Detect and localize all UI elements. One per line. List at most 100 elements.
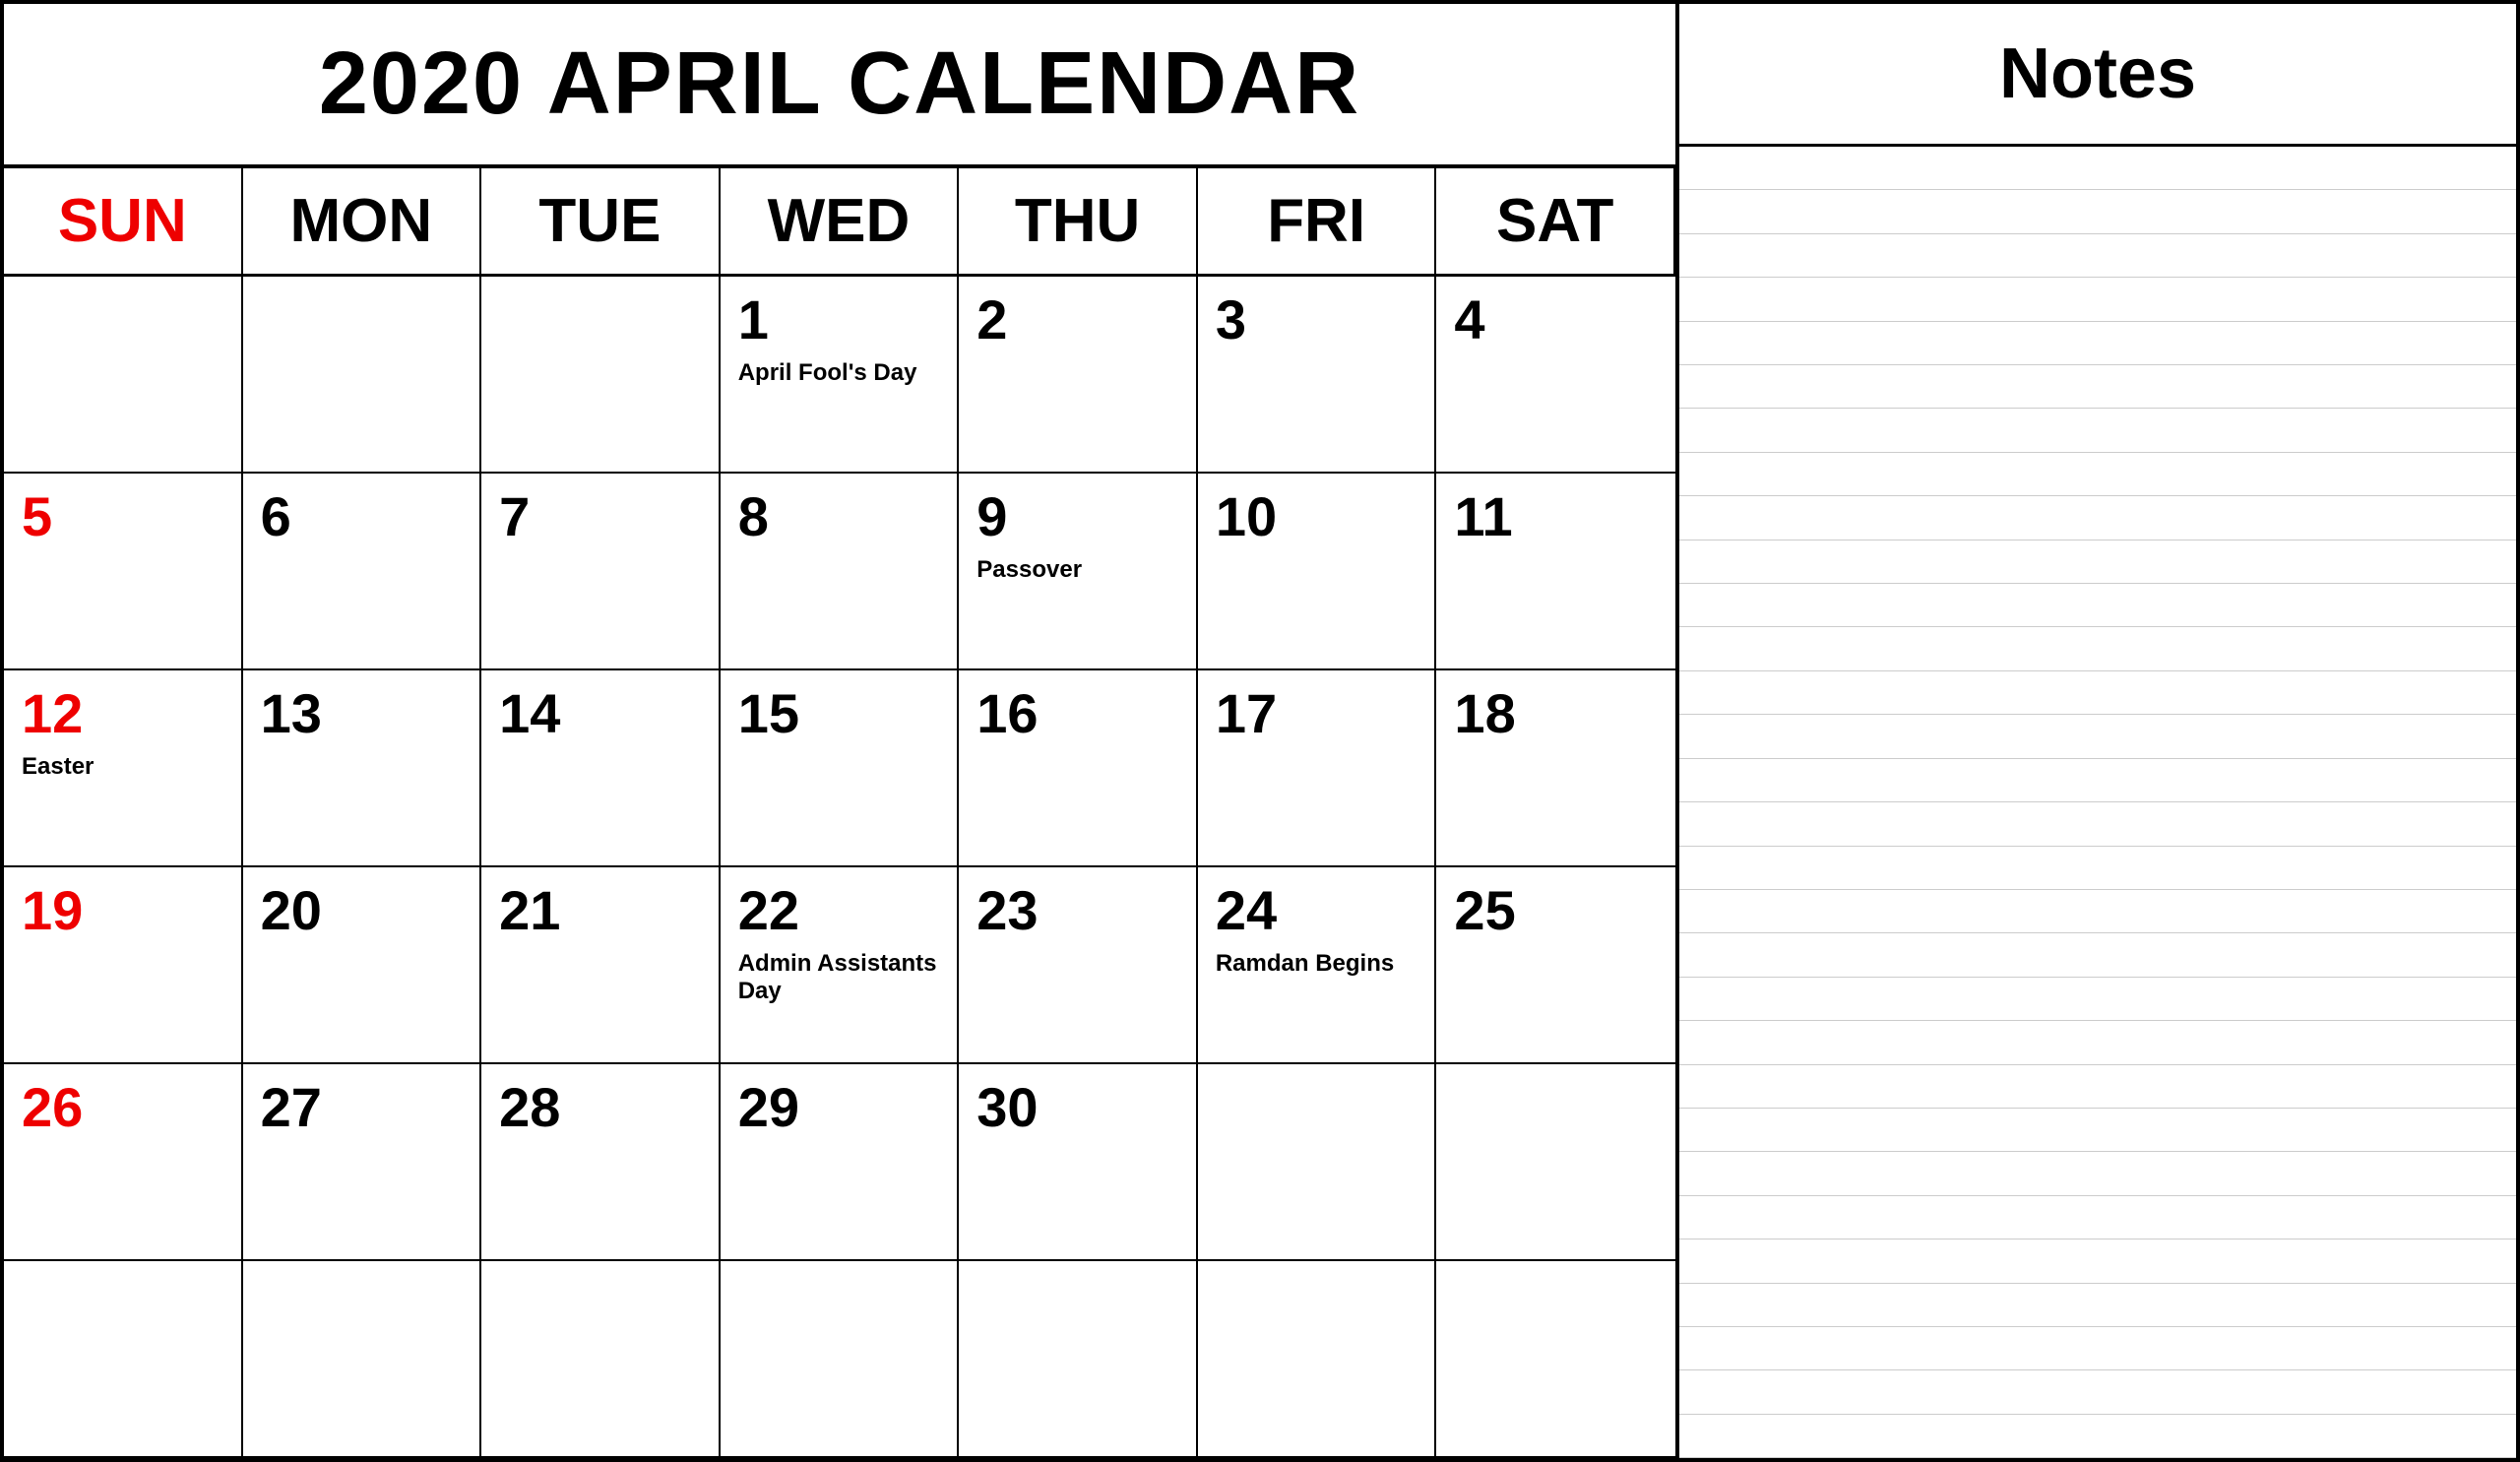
notes-line — [1679, 933, 2516, 977]
day-cell: 16 — [959, 670, 1198, 867]
day-number: 20 — [261, 883, 463, 938]
day-cell — [721, 1261, 960, 1458]
notes-line — [1679, 409, 2516, 452]
day-cell — [959, 1261, 1198, 1458]
notes-line — [1679, 1415, 2516, 1458]
notes-line — [1679, 190, 2516, 233]
day-cell — [1436, 1064, 1675, 1261]
day-number: 15 — [738, 686, 940, 741]
day-cell: 2 — [959, 277, 1198, 474]
day-cell: 1April Fool's Day — [721, 277, 960, 474]
day-cell: 8 — [721, 474, 960, 670]
day-cell — [481, 1261, 721, 1458]
day-cell: 15 — [721, 670, 960, 867]
day-number: 7 — [499, 489, 701, 544]
day-cell: 17 — [1198, 670, 1437, 867]
day-cell — [243, 277, 482, 474]
notes-line — [1679, 759, 2516, 802]
day-number: 26 — [22, 1080, 223, 1135]
day-number: 13 — [261, 686, 463, 741]
day-number: 12 — [22, 686, 223, 741]
day-cell: 9 Passover — [959, 474, 1198, 670]
day-cell: 29 — [721, 1064, 960, 1261]
notes-line — [1679, 1327, 2516, 1370]
day-cell: 12Easter — [4, 670, 243, 867]
day-number: 30 — [976, 1080, 1178, 1135]
day-number: 3 — [1216, 292, 1418, 348]
notes-line — [1679, 496, 2516, 540]
day-header-thu: THU — [959, 168, 1198, 277]
day-cell: 3 — [1198, 277, 1437, 474]
day-number: 21 — [499, 883, 701, 938]
day-cell — [1198, 1261, 1437, 1458]
day-number: 11 — [1454, 489, 1658, 544]
day-cell: 21 — [481, 867, 721, 1064]
notes-line — [1679, 1152, 2516, 1195]
day-cell — [4, 1261, 243, 1458]
notes-lines — [1679, 147, 2516, 1458]
day-cell: 24Ramdan Begins — [1198, 867, 1437, 1064]
day-header-wed: WED — [721, 168, 960, 277]
day-cell — [1198, 1064, 1437, 1261]
notes-line — [1679, 365, 2516, 409]
day-number: 1 — [738, 292, 940, 348]
notes-line — [1679, 1109, 2516, 1152]
notes-line — [1679, 847, 2516, 890]
day-number: 24 — [1216, 883, 1418, 938]
day-number: 6 — [261, 489, 463, 544]
day-cell: 18 — [1436, 670, 1675, 867]
day-number: 5 — [22, 489, 223, 544]
day-number: 28 — [499, 1080, 701, 1135]
notes-line — [1679, 890, 2516, 933]
notes-line — [1679, 147, 2516, 190]
day-header-sun: SUN — [4, 168, 243, 277]
notes-section: Notes — [1679, 4, 2516, 1458]
notes-line — [1679, 978, 2516, 1021]
calendar-wrapper: 2020 APRIL CALENDAR SUNMONTUEWEDTHUFRISA… — [0, 0, 2520, 1462]
day-cell: 27 — [243, 1064, 482, 1261]
day-cell: 28 — [481, 1064, 721, 1261]
notes-line — [1679, 234, 2516, 278]
day-header-fri: FRI — [1198, 168, 1437, 277]
notes-line — [1679, 540, 2516, 584]
notes-line — [1679, 1370, 2516, 1414]
day-number: 10 — [1216, 489, 1418, 544]
day-cell — [243, 1261, 482, 1458]
day-cell — [1436, 1261, 1675, 1458]
notes-line — [1679, 1284, 2516, 1327]
notes-line — [1679, 278, 2516, 321]
day-header-sat: SAT — [1436, 168, 1675, 277]
day-number: 2 — [976, 292, 1178, 348]
day-number: 18 — [1454, 686, 1658, 741]
day-cell: 22Admin Assistants Day — [721, 867, 960, 1064]
day-number: 16 — [976, 686, 1178, 741]
day-cell: 5 — [4, 474, 243, 670]
day-number: 19 — [22, 883, 223, 938]
day-header-tue: TUE — [481, 168, 721, 277]
notes-line — [1679, 627, 2516, 670]
day-cell: 10 — [1198, 474, 1437, 670]
notes-line — [1679, 1065, 2516, 1109]
day-number: 17 — [1216, 686, 1418, 741]
day-number: 9 — [976, 489, 1178, 544]
notes-line — [1679, 584, 2516, 627]
day-cell: 20 — [243, 867, 482, 1064]
day-cell: 30 — [959, 1064, 1198, 1261]
day-number: 4 — [1454, 292, 1658, 348]
notes-line — [1679, 802, 2516, 846]
notes-line — [1679, 1021, 2516, 1064]
notes-line — [1679, 671, 2516, 715]
day-event: Admin Assistants Day — [738, 950, 940, 1005]
day-cell: 19 — [4, 867, 243, 1064]
day-cell: 4 — [1436, 277, 1675, 474]
day-cell: 26 — [4, 1064, 243, 1261]
day-cell: 7 — [481, 474, 721, 670]
day-event: Passover — [976, 556, 1178, 584]
day-cell: 13 — [243, 670, 482, 867]
day-number: 14 — [499, 686, 701, 741]
day-cell: 23 — [959, 867, 1198, 1064]
notes-line — [1679, 715, 2516, 758]
day-cell: 6 — [243, 474, 482, 670]
day-number: 23 — [976, 883, 1178, 938]
day-cell — [481, 277, 721, 474]
